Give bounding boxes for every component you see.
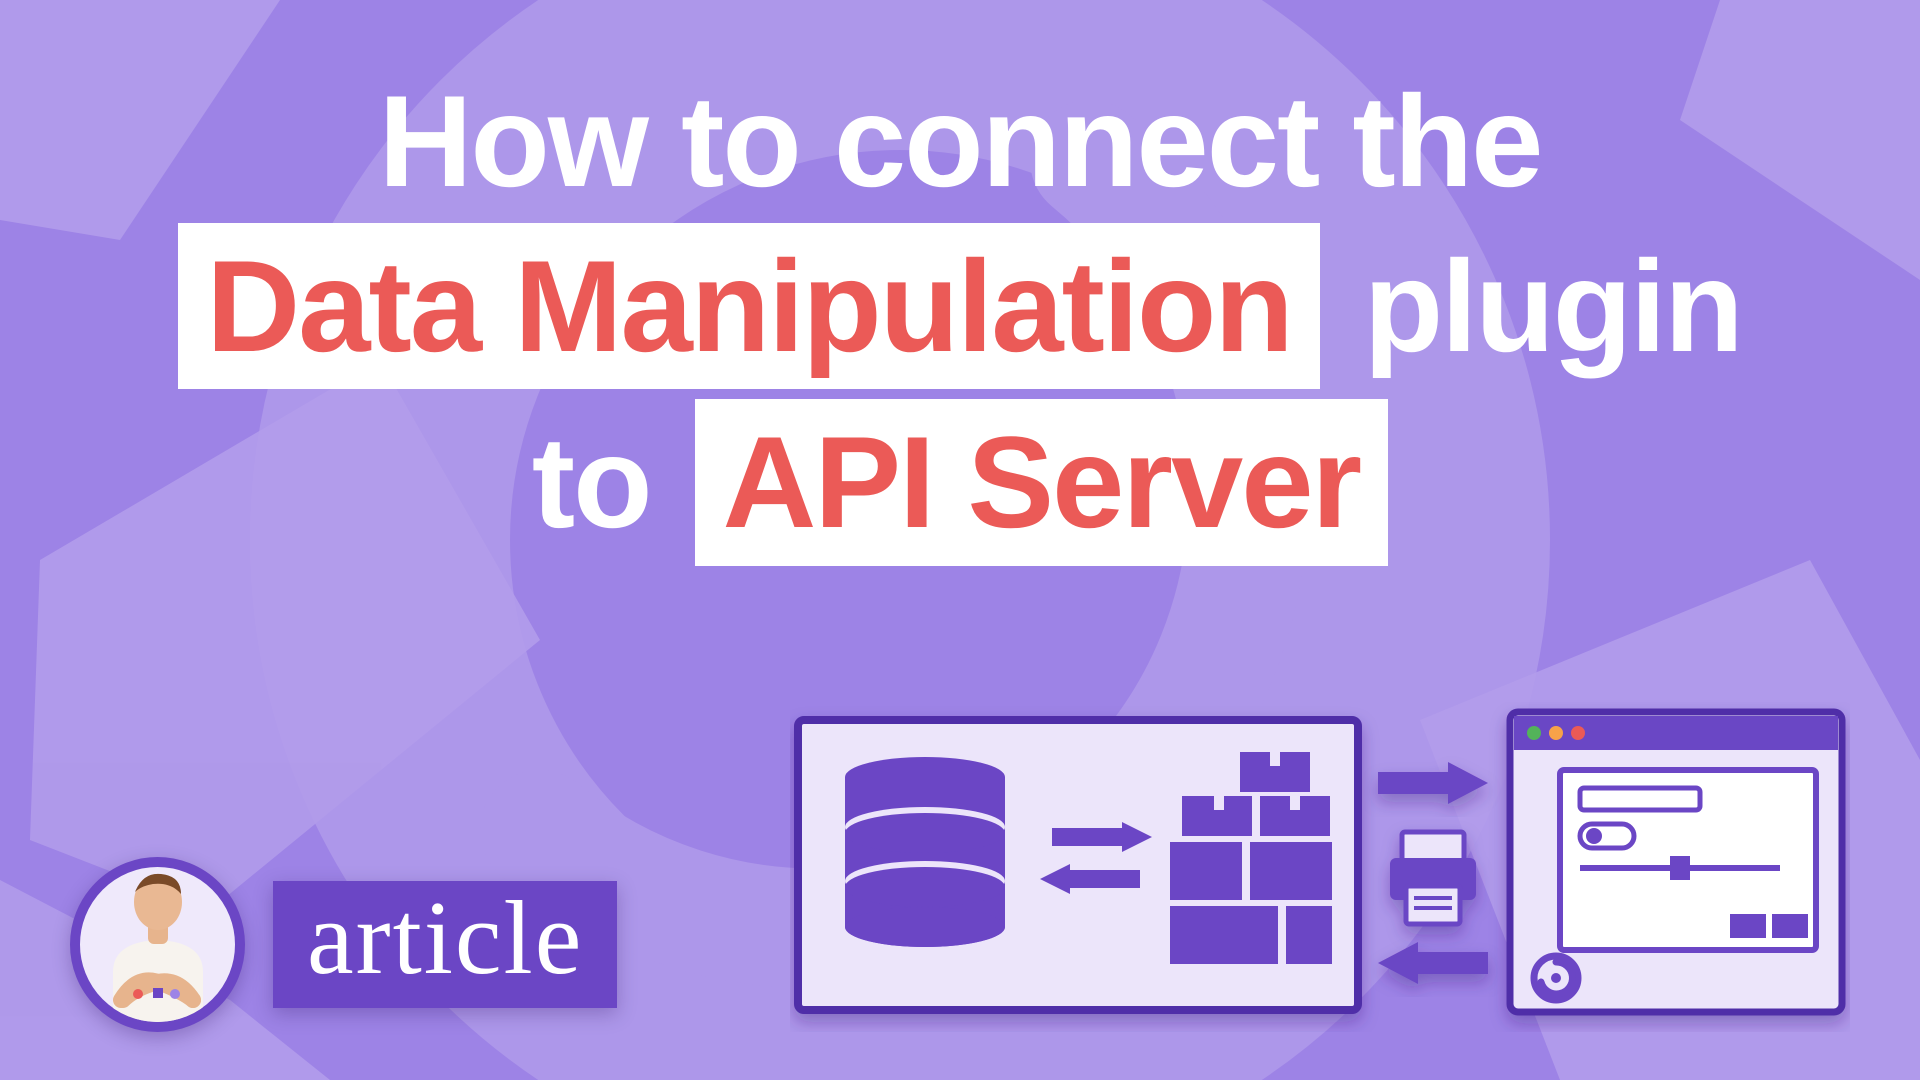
hero-title: How to connect the Data Manipulation plu… [110, 60, 1810, 576]
arrow-left-icon [1378, 942, 1488, 984]
title-line-2-highlight: Data Manipulation [178, 223, 1319, 389]
architecture-diagram [790, 702, 1850, 1032]
author-row: article [70, 857, 617, 1032]
form-panel-icon [1560, 770, 1816, 950]
title-line-3-highlight: API Server [695, 399, 1389, 565]
hero-banner: How to connect the Data Manipulation plu… [0, 0, 1920, 1080]
title-line-1: How to connect the [379, 68, 1542, 214]
article-badge: article [273, 881, 617, 1008]
arrow-right-icon [1378, 762, 1488, 804]
title-line-3-head: to [532, 411, 651, 554]
database-icon [845, 757, 1005, 947]
printer-icon [1390, 832, 1476, 924]
author-avatar [70, 857, 245, 1032]
title-line-2-tail: plugin [1364, 235, 1742, 378]
